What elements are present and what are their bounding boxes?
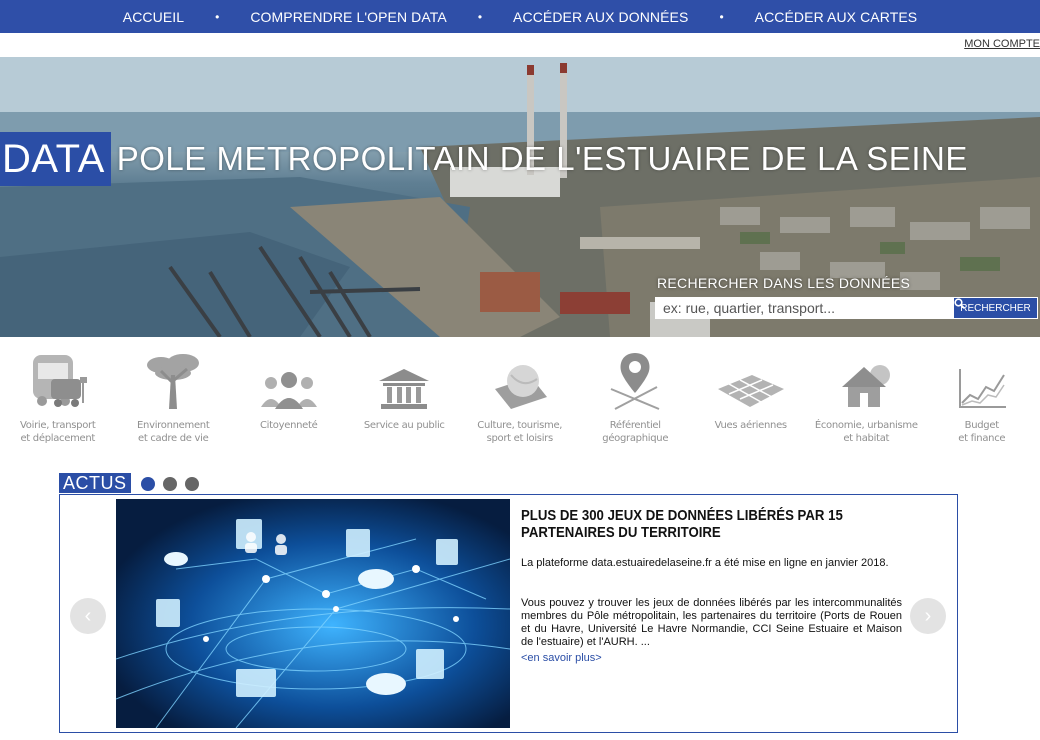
carousel-dot-3[interactable]: [185, 477, 199, 491]
house-icon: [842, 365, 891, 407]
category-list: Voirie, transport et déplacement Environ…: [0, 345, 1040, 457]
actus-tab: ACTUS: [59, 473, 131, 493]
news-paragraph-2: Vous pouvez y trouver les jeux de donnée…: [521, 597, 902, 648]
carousel-dot-2[interactable]: [163, 477, 177, 491]
news-title[interactable]: PLUS DE 300 JEUX DE DONNÉES LIBÉRÉS PAR …: [521, 507, 917, 541]
search-button-label: RECHERCHER: [960, 302, 1031, 314]
news-paragraph-1: La plateforme data.estuairedelaseine.fr …: [521, 557, 889, 569]
tree-icon: [147, 354, 200, 409]
category-budget[interactable]: Budget et finance: [924, 345, 1040, 457]
people-icon: [260, 372, 317, 409]
hero-banner: DATA POLE METROPOLITAIN DE L'ESTUAIRE DE…: [0, 57, 1040, 337]
news-carousel: PLUS DE 300 JEUX DE DONNÉES LIBÉRÉS PAR …: [59, 494, 958, 733]
search-label: RECHERCHER DANS LES DONNÉES: [657, 275, 911, 291]
category-voirie[interactable]: Voirie, transport et déplacement: [0, 345, 116, 457]
read-more-link[interactable]: <en savoir plus>: [521, 652, 602, 664]
category-label: Référentiel géographique: [602, 420, 669, 444]
chevron-right-icon: ›: [924, 604, 932, 627]
chevron-left-icon: ‹: [84, 604, 92, 627]
category-citoyennete[interactable]: Citoyenneté: [231, 345, 347, 457]
category-economie[interactable]: Économie, urbanisme et habitat: [809, 345, 925, 457]
search-icon: [954, 298, 965, 309]
chart-icon: [958, 369, 1006, 408]
category-service-public[interactable]: Service au public: [347, 345, 463, 457]
category-label: Économie, urbanisme et habitat: [814, 420, 918, 444]
category-label: Service au public: [363, 420, 445, 431]
nav-link-donnees[interactable]: ACCÉDER AUX DONNÉES: [482, 9, 719, 25]
category-label: Budget et finance: [958, 420, 1006, 444]
building-icon: [379, 369, 430, 409]
nav-link-comprendre[interactable]: COMPRENDRE L'OPEN DATA: [219, 9, 478, 25]
map-pin-icon: [610, 353, 660, 410]
category-culture[interactable]: Culture, tourisme, sport et loisirs: [462, 345, 578, 457]
search-button[interactable]: RECHERCHER: [953, 297, 1038, 319]
category-label: Voirie, transport et déplacement: [20, 420, 96, 444]
category-label: Environnement et cadre de vie: [137, 420, 210, 444]
bus-icon: [32, 355, 87, 407]
hero-title-data: DATA: [0, 132, 111, 186]
ball-icon: [494, 365, 547, 409]
nav-link-accueil[interactable]: ACCUEIL: [92, 9, 215, 25]
hero-photo: [0, 57, 1040, 337]
news-image[interactable]: [116, 499, 510, 728]
data-network-illustration: [116, 499, 510, 728]
account-link[interactable]: MON COMPTE: [964, 38, 1040, 50]
account-bar: MON COMPTE: [0, 33, 1040, 57]
carousel-next-button[interactable]: ›: [910, 598, 946, 634]
hero-title-rest: POLE METROPOLITAIN DE L'ESTUAIRE DE LA S…: [116, 140, 968, 177]
category-vues-aeriennes[interactable]: Vues aériennes: [693, 345, 809, 457]
category-label: Citoyenneté: [260, 420, 318, 431]
category-label: Vues aériennes: [714, 420, 788, 431]
nav-link-cartes[interactable]: ACCÉDER AUX CARTES: [724, 9, 949, 25]
category-referentiel[interactable]: Référentiel géographique: [578, 345, 694, 457]
search-input[interactable]: [655, 297, 953, 319]
carousel-prev-button[interactable]: ‹: [70, 598, 106, 634]
hero-title: DATA POLE METROPOLITAIN DE L'ESTUAIRE DE…: [0, 132, 968, 186]
category-label: Culture, tourisme, sport et loisirs: [477, 420, 563, 444]
carousel-dot-1[interactable]: [141, 477, 155, 491]
aerial-grid-icon: [717, 375, 784, 407]
top-navigation: ACCUEIL • COMPRENDRE L'OPEN DATA • ACCÉD…: [0, 0, 1040, 33]
carousel-dots: [141, 477, 199, 491]
category-environnement[interactable]: Environnement et cadre de vie: [116, 345, 232, 457]
